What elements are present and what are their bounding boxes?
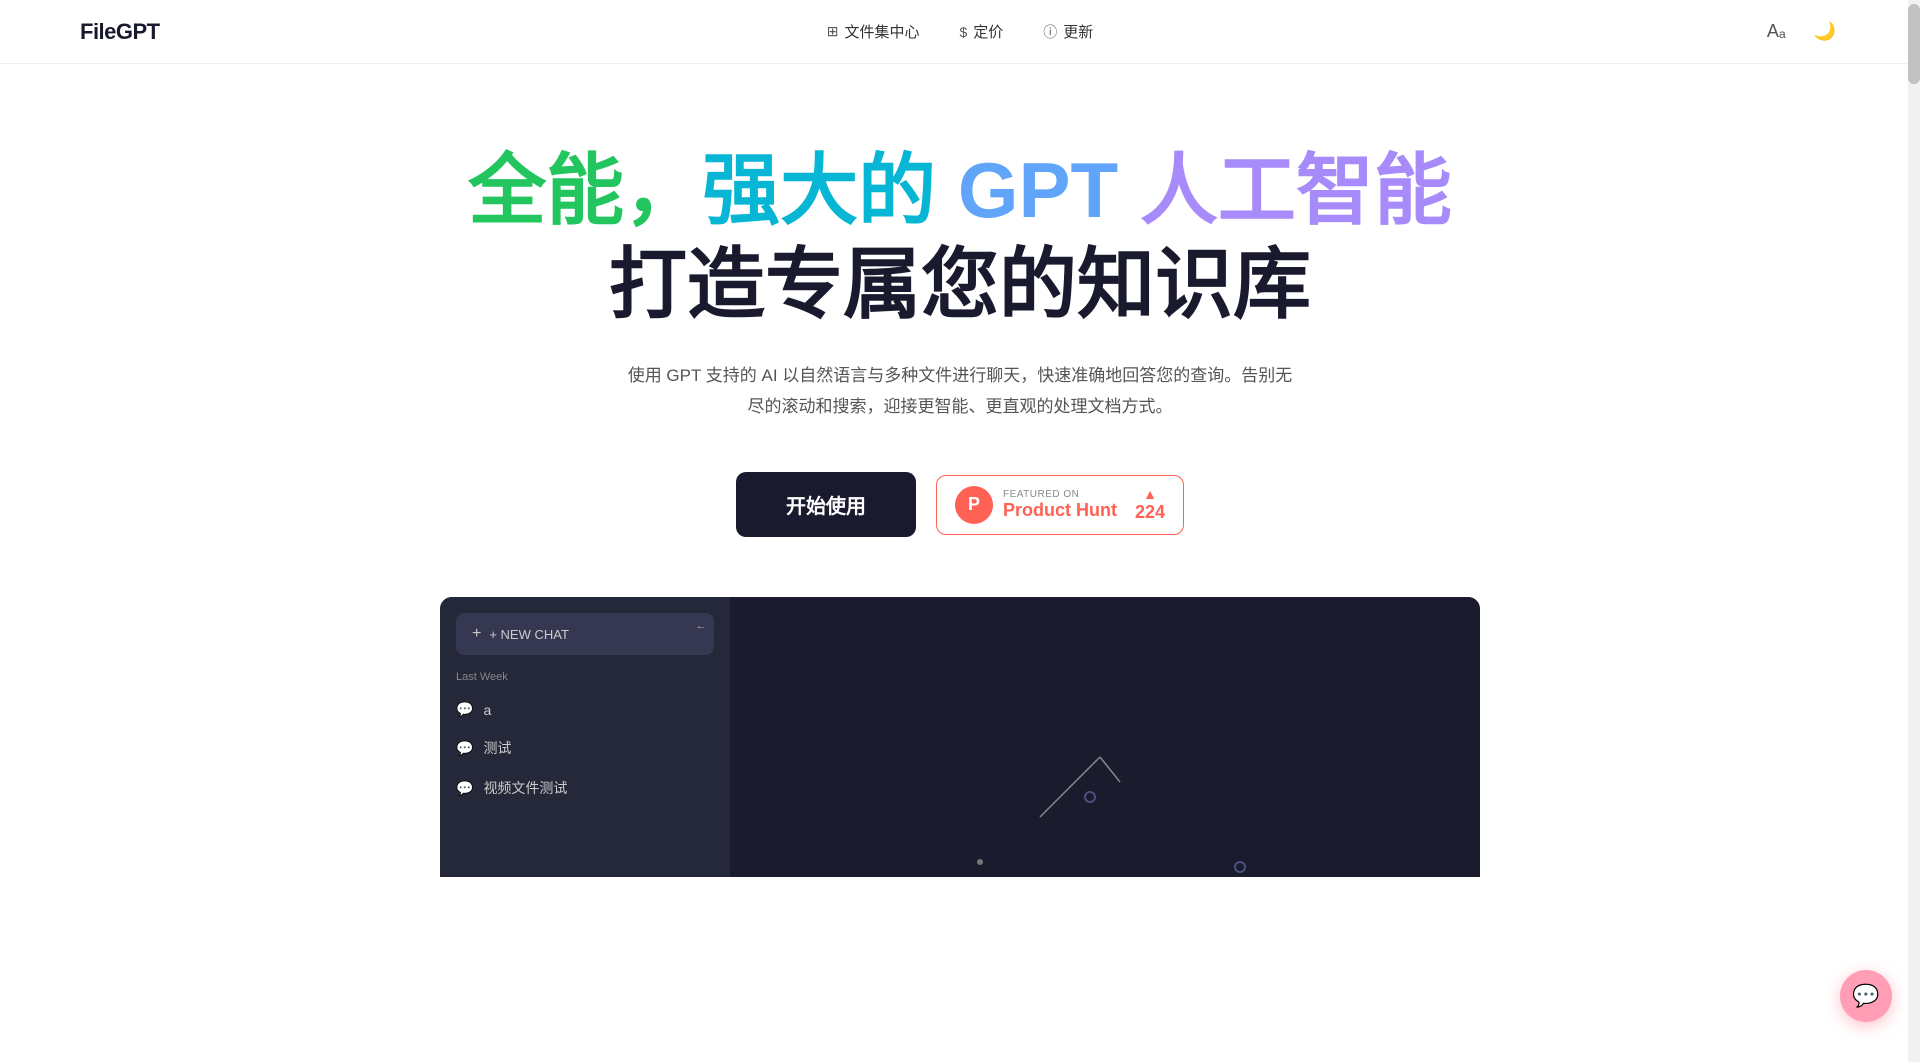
hero-title: 全能，强大的 GPT 人工智能 打造专属您的知识库	[460, 144, 1460, 331]
hero-title-part4: 人工智能	[1140, 146, 1452, 234]
start-button[interactable]: 开始使用	[736, 472, 916, 537]
product-hunt-count: ▲ 224	[1135, 486, 1165, 523]
plus-icon: +	[472, 625, 481, 643]
ph-arrow-icon: ▲	[1143, 486, 1157, 502]
nav-link-pricing-label: 定价	[973, 21, 1003, 42]
ph-number: 224	[1135, 502, 1165, 523]
navbar: FileGPT ⊞ 文件集中心 $ 定价 ⓘ 更新 Aₐ 🌙	[0, 0, 1920, 64]
moon-icon: 🌙	[1814, 21, 1836, 42]
ph-featured-on-label: FEATURED ON	[1003, 489, 1079, 500]
language-button[interactable]: Aₐ	[1763, 17, 1790, 46]
chat-item-video-label: 视频文件测试	[483, 778, 567, 798]
chat-item-test[interactable]: 💬 测试	[440, 728, 730, 768]
demo-sidebar: + + NEW CHAT ← Last Week 💬 a 💬 测试 💬 视频文件…	[440, 597, 730, 877]
chat-item-video[interactable]: 💬 视频文件测试	[440, 768, 730, 808]
hero-title-part3: GPT	[936, 146, 1140, 234]
new-chat-label: + NEW CHAT	[489, 627, 569, 642]
sidebar-section-label: Last Week	[440, 671, 730, 691]
demo-animation	[730, 597, 1480, 877]
demo-section: + + NEW CHAT ← Last Week 💬 a 💬 测试 💬 视频文件…	[0, 597, 1920, 877]
scrollbar[interactable]	[1908, 0, 1920, 1062]
demo-window: + + NEW CHAT ← Last Week 💬 a 💬 测试 💬 视频文件…	[440, 597, 1480, 877]
floating-chat-icon: 💬	[1852, 983, 1879, 1009]
hero-title-part5: 打造专属您的知识库	[609, 240, 1311, 328]
theme-toggle-button[interactable]: 🌙	[1810, 17, 1840, 46]
chat-item-a-label: a	[483, 702, 491, 718]
nav-link-pricing[interactable]: $ 定价	[959, 21, 1003, 42]
chat-item-test-label: 测试	[483, 738, 511, 758]
hero-title-part1: 全能，	[468, 146, 702, 234]
chat-bubble-icon-test: 💬	[456, 740, 473, 757]
nav-links: ⊞ 文件集中心 $ 定价 ⓘ 更新	[827, 21, 1094, 42]
chat-bubble-icon-a: 💬	[456, 701, 473, 718]
ph-name-label: Product Hunt	[1003, 500, 1117, 521]
nav-link-updates-label: 更新	[1063, 21, 1093, 42]
hero-section: 全能，强大的 GPT 人工智能 打造专属您的知识库 使用 GPT 支持的 AI …	[0, 64, 1920, 597]
nav-link-updates[interactable]: ⓘ 更新	[1043, 21, 1093, 42]
file-hub-icon: ⊞	[827, 23, 839, 40]
product-hunt-button[interactable]: P FEATURED ON Product Hunt ▲ 224	[936, 475, 1184, 535]
hero-buttons: 开始使用 P FEATURED ON Product Hunt ▲ 224	[736, 472, 1184, 537]
nav-logo: FileGPT	[80, 19, 160, 45]
nav-right: Aₐ 🌙	[1763, 17, 1840, 46]
language-icon: Aₐ	[1767, 21, 1786, 42]
product-hunt-logo: P	[955, 486, 993, 524]
collapse-arrow-icon: ←	[696, 620, 707, 632]
floating-chat-button[interactable]: 💬	[1840, 970, 1892, 1022]
pricing-icon: $	[959, 24, 967, 40]
updates-icon: ⓘ	[1043, 22, 1057, 42]
hero-subtitle: 使用 GPT 支持的 AI 以自然语言与多种文件进行聊天，快速准确地回答您的查询…	[620, 361, 1300, 422]
chat-item-a[interactable]: 💬 a	[440, 691, 730, 728]
product-hunt-text: FEATURED ON Product Hunt	[1003, 489, 1117, 521]
demo-main-area	[730, 597, 1480, 877]
hero-title-part2: 强大的	[702, 146, 936, 234]
nav-link-file-hub[interactable]: ⊞ 文件集中心	[827, 21, 920, 42]
nav-link-file-hub-label: 文件集中心	[844, 21, 919, 42]
new-chat-button[interactable]: + + NEW CHAT	[456, 613, 714, 655]
scrollbar-thumb[interactable]	[1908, 4, 1920, 84]
chat-bubble-icon-video: 💬	[456, 780, 473, 797]
